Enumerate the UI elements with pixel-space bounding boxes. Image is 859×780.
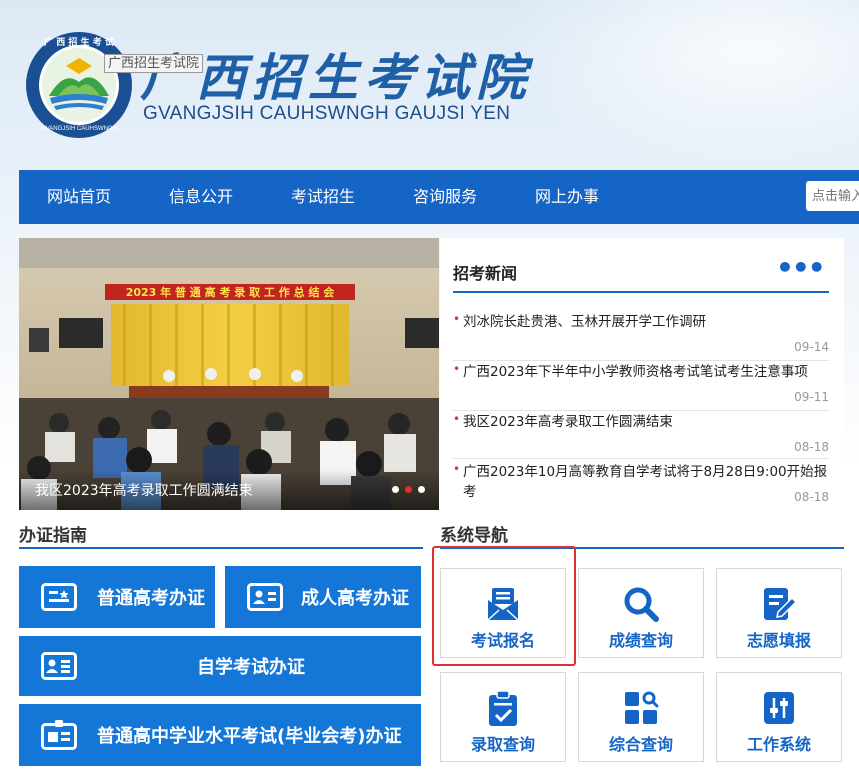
tile-score-query[interactable]: 成绩查询 [578,568,704,658]
banner-caption[interactable]: 我区2023年高考录取工作圆满结束 [35,480,253,500]
slide-dot-1[interactable] [392,486,399,493]
site-logo[interactable]: 广 西 招 生 考 试 GVANGJSIH CAUHSWNGH [24,30,134,140]
site-header: 广 西 招 生 考 试 GVANGJSIH CAUHSWNGH 广西招生考试院 … [0,0,859,168]
news-item[interactable]: • 广西2023年10月高等教育自学考试将于8月28日9:00开始报考 08-1… [453,462,829,508]
nav-consult-service[interactable]: 咨询服务 [413,170,477,224]
bullet-icon: • [453,412,461,426]
news-item[interactable]: • 广西2023年下半年中小学教师资格考试笔试考生注意事项 09-11 [453,362,829,411]
svg-text:GVANGJSIH CAUHSWNGH: GVANGJSIH CAUHSWNGH [41,126,117,132]
news-item[interactable]: • 我区2023年高考录取工作圆满结束 08-18 [453,412,829,459]
self-study-certificate-label: 自学考试办证 [197,657,305,678]
news-item-date: 08-18 [794,440,829,454]
highlight-box [432,546,576,666]
news-item-title[interactable]: 广西2023年下半年中小学教师资格考试笔试考生注意事项 [453,362,829,382]
news-item-date: 09-11 [794,390,829,404]
sliders-icon [764,692,794,724]
gaokao-certificate-button[interactable]: 普通高考办证 [19,566,215,628]
adult-exam-certificate-button[interactable]: 成人高考办证 [225,566,421,628]
news-item-title[interactable]: 我区2023年高考录取工作圆满结束 [453,412,829,432]
tile-work-system[interactable]: 工作系统 [716,672,842,762]
tile-label: 工作系统 [746,735,811,754]
bullet-icon: • [453,312,461,326]
news-divider [453,291,829,293]
news-item-date: 08-18 [794,490,829,504]
user-card-icon [247,583,283,611]
news-item-title[interactable]: 刘冰院长赴贵港、玉林开展开学工作调研 [453,312,829,332]
more-news-icon[interactable]: ••• [776,254,826,282]
news-heading: 招考新闻 [453,264,518,283]
search-input[interactable] [806,181,859,211]
nav-info-disclosure[interactable]: 信息公开 [169,170,233,224]
academic-level-certificate-label: 普通高中学业水平考试(毕业会考)办证 [97,726,402,747]
self-study-certificate-button[interactable]: 自学考试办证 [19,636,421,696]
grid-search-icon [625,691,659,724]
bullet-icon: • [453,462,461,476]
edit-form-icon [764,588,796,620]
adult-exam-certificate-label: 成人高考办证 [301,588,409,609]
gaokao-certificate-label: 普通高考办证 [97,588,205,609]
tile-admission-query[interactable]: 录取查询 [440,672,566,762]
search-icon [624,587,659,622]
tile-application-filling[interactable]: 志愿填报 [716,568,842,658]
main-nav: 网站首页 信息公开 考试招生 咨询服务 网上办事 [19,170,859,224]
academic-level-certificate-button[interactable]: 普通高中学业水平考试(毕业会考)办证 [19,704,421,766]
nav-exam-admission[interactable]: 考试招生 [291,170,355,224]
news-item[interactable]: • 刘冰院长赴贵港、玉林开展开学工作调研 09-14 [453,312,829,361]
tile-label: 综合查询 [608,735,673,754]
site-title: 广西招生考试院 [140,48,532,107]
news-item-title[interactable]: 广西2023年10月高等教育自学考试将于8月28日9:00开始报考 [453,462,829,502]
banner-slideshow[interactable]: 2023 年 普 通 高 考 录 取 工 作 总 结 会 我区2023年高考录取… [19,238,439,510]
news-panel: 招考新闻 ••• • 刘冰院长赴贵港、玉林开展开学工作调研 09-14 • 广西… [440,238,844,510]
logo-tooltip: 广西招生考试院 [104,54,204,73]
nav-online-service[interactable]: 网上办事 [535,170,599,224]
slide-dot-2-active[interactable] [405,486,412,493]
tile-label: 成绩查询 [608,631,673,650]
slide-dot-3[interactable] [418,486,425,493]
banner-caption-bar: 我区2023年高考录取工作圆满结束 [19,470,439,510]
site-title-english: GVANGJSIH CAUHSWNGH GAUJSI YEN [143,103,511,124]
nav-home[interactable]: 网站首页 [47,170,111,224]
svg-text:2023 年 普 通 高 考 录 取 工 作 总 结 会: 2023 年 普 通 高 考 录 取 工 作 总 结 会 [126,285,336,299]
tile-label: 录取查询 [470,735,535,754]
system-heading: 系统导航 [440,526,508,546]
tile-label: 志愿填报 [746,631,811,650]
clipboard-check-icon [489,690,517,726]
header-background [500,0,859,168]
guide-heading: 办证指南 [19,526,87,546]
id-card-icon [41,583,77,611]
svg-text:广 西 招 生 考 试: 广 西 招 生 考 试 [44,36,114,48]
guide-divider [19,547,423,549]
badge-card-icon [41,720,77,750]
profile-card-icon [41,652,77,680]
bullet-icon: • [453,362,461,376]
news-item-date: 09-14 [794,340,829,354]
tile-comprehensive-query[interactable]: 综合查询 [578,672,704,762]
